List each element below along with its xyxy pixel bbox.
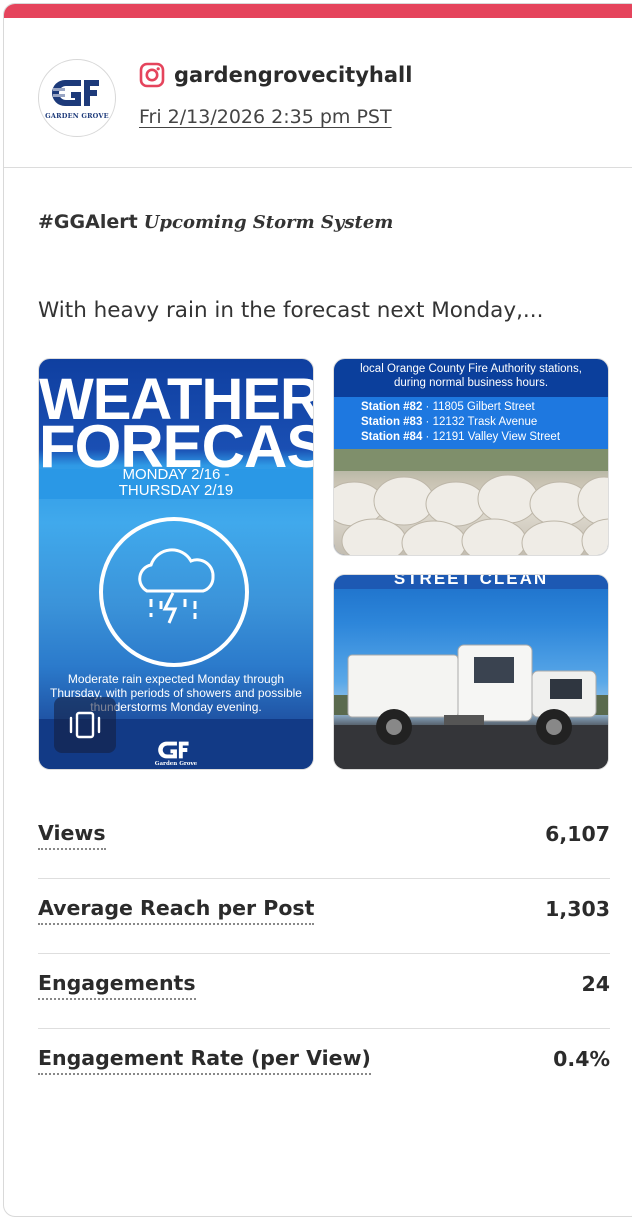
- stat-label[interactable]: Engagement Rate (per View): [38, 1046, 371, 1075]
- avatar-logo-text: GARDEN GROVE: [45, 112, 109, 120]
- forecast-dates-text: MONDAY 2/16 - THURSDAY 2/19: [118, 466, 234, 499]
- forecast-dates: MONDAY 2/16 - THURSDAY 2/19: [39, 467, 313, 499]
- stat-value: 6,107: [545, 822, 610, 846]
- accent-bar: [4, 4, 632, 18]
- sandbags-photo: [334, 449, 608, 555]
- carousel-icon: [69, 711, 101, 739]
- stat-row-views: Views 6,107: [38, 804, 610, 879]
- garden-grove-logo-icon: [158, 741, 189, 759]
- station-item: Station #82 · 11805 Gilbert Street: [361, 401, 535, 413]
- media-main-image[interactable]: WEATHER FORECAST MONDAY 2/16 - THURSDAY …: [38, 358, 314, 770]
- post-title: #GGAlert Upcoming Storm System: [38, 211, 393, 233]
- hashtag: #GGAlert: [38, 211, 138, 233]
- stat-value: 0.4%: [553, 1047, 610, 1071]
- post-title-text: Upcoming Storm System: [143, 212, 394, 233]
- logo-text: Garden Grove: [154, 761, 198, 767]
- station-item: Station #84 · 12191 Valley View Street: [361, 431, 561, 443]
- station-item: Station #83 · 12132 Trask Avenue: [361, 416, 538, 428]
- media-street-sweeper-image[interactable]: STREET CLEAN: [333, 574, 609, 770]
- carousel-button[interactable]: [54, 697, 116, 753]
- instagram-icon: [139, 62, 165, 88]
- garden-grove-logo-icon: [52, 80, 99, 106]
- station-list: Station #82 · 11805 Gilbert Street Stati…: [334, 397, 608, 449]
- stat-label[interactable]: Average Reach per Post: [38, 896, 315, 925]
- stat-value: 1,303: [545, 897, 610, 921]
- post-card: GARDEN GROVE gardengrovecityhall Fri 2/1…: [3, 3, 632, 1217]
- media-sandbag-image[interactable]: local Orange County Fire Authority stati…: [333, 358, 609, 556]
- post-timestamp-link[interactable]: Fri 2/13/2026 2:35 pm PST: [139, 106, 392, 128]
- post-stats: Views 6,107 Average Reach per Post 1,303…: [38, 804, 610, 1104]
- sandbag-info-line2: during normal business hours.: [393, 377, 549, 389]
- thunderstorm-icon: [138, 548, 215, 624]
- stat-label[interactable]: Views: [38, 821, 106, 850]
- stat-row-engagement-rate: Engagement Rate (per View) 0.4%: [38, 1029, 610, 1104]
- stat-value: 24: [581, 972, 610, 996]
- sandbags-illustration: [334, 449, 608, 555]
- street-sweeper-illustration: [334, 644, 608, 769]
- avatar[interactable]: GARDEN GROVE: [38, 59, 116, 137]
- post-header: GARDEN GROVE gardengrovecityhall Fri 2/1…: [4, 18, 632, 168]
- stat-label[interactable]: Engagements: [38, 971, 196, 1000]
- stat-row-engagements: Engagements 24: [38, 954, 610, 1029]
- sandbag-info-line1: local Orange County Fire Authority stati…: [360, 363, 582, 375]
- stat-row-average-reach: Average Reach per Post 1,303: [38, 879, 610, 954]
- post-caption: With heavy rain in the forecast next Mon…: [38, 298, 544, 323]
- account-handle[interactable]: gardengrovecityhall: [174, 63, 412, 87]
